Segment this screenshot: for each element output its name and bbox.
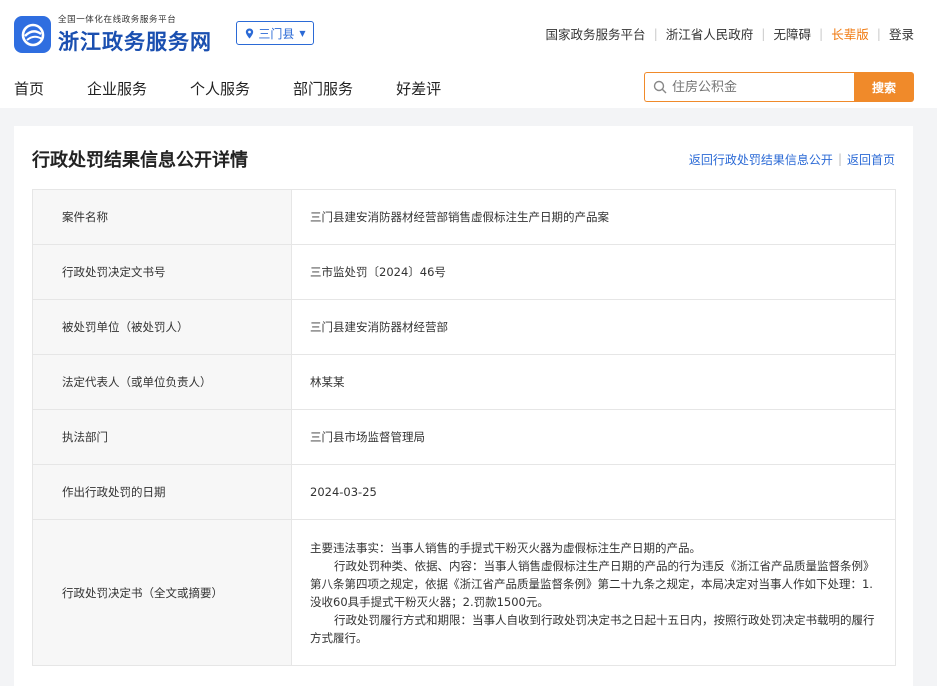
search-icon bbox=[653, 80, 667, 94]
table-row: 执法部门 三门县市场监督管理局 bbox=[32, 409, 896, 465]
nav-item-department[interactable]: 部门服务 bbox=[293, 78, 353, 99]
search-field bbox=[644, 72, 854, 102]
divider: | bbox=[653, 26, 658, 41]
search-bar: 搜索 bbox=[644, 72, 914, 102]
table-row: 法定代表人（或单位负责人） 林某某 bbox=[32, 354, 896, 410]
table-row: 行政处罚决定书（全文或摘要） 主要违法事实：当事人销售的手提式干粉灭火器为虚假标… bbox=[32, 519, 896, 666]
table-row: 被处罚单位（被处罚人） 三门县建安消防器材经营部 bbox=[32, 299, 896, 355]
penalty-detail-table: 案件名称 三门县建安消防器材经营部销售虚假标注生产日期的产品案 行政处罚决定文书… bbox=[32, 189, 896, 666]
divider: | bbox=[837, 152, 842, 166]
logo-emblem-icon bbox=[14, 16, 51, 53]
back-to-home-link[interactable]: 返回首页 bbox=[847, 151, 895, 168]
location-pin-icon bbox=[246, 27, 254, 39]
site-logo[interactable]: 全国一体化在线政务服务平台 浙江政务服务网 bbox=[14, 13, 212, 56]
decision-facts: 主要违法事实：当事人销售的手提式干粉灭火器为虚假标注生产日期的产品。 bbox=[310, 540, 701, 555]
row-label-decision: 行政处罚决定书（全文或摘要） bbox=[32, 519, 292, 666]
top-links: 国家政务服务平台 | 浙江省人民政府 | 无障碍 | 长辈版 | 登录 bbox=[546, 24, 914, 43]
nav-item-personal[interactable]: 个人服务 bbox=[190, 78, 250, 99]
link-login[interactable]: 登录 bbox=[889, 24, 914, 43]
row-value-case-name: 三门县建安消防器材经营部销售虚假标注生产日期的产品案 bbox=[291, 189, 896, 245]
divider: | bbox=[876, 26, 881, 41]
decision-basis: 行政处罚种类、依据、内容：当事人销售虚假标注生产日期的产品的行为违反《浙江省产品… bbox=[310, 558, 875, 609]
link-accessibility[interactable]: 无障碍 bbox=[774, 24, 812, 43]
link-elder-version[interactable]: 长辈版 bbox=[831, 24, 869, 43]
chevron-down-icon: ▼ bbox=[299, 28, 306, 38]
region-selector[interactable]: 三门县 ▼ bbox=[236, 21, 314, 45]
row-label-penalty-date: 作出行政处罚的日期 bbox=[32, 464, 292, 520]
row-label-enforcement-department: 执法部门 bbox=[32, 409, 292, 465]
search-input[interactable] bbox=[672, 79, 842, 95]
table-row: 作出行政处罚的日期 2024-03-25 bbox=[32, 464, 896, 520]
table-row: 行政处罚决定文书号 三市监处罚〔2024〕46号 bbox=[32, 244, 896, 300]
region-label: 三门县 bbox=[258, 26, 295, 41]
row-value-penalty-date: 2024-03-25 bbox=[291, 464, 896, 520]
logo-title: 浙江政务服务网 bbox=[58, 29, 212, 54]
logo-subtitle: 全国一体化在线政务服务平台 bbox=[58, 15, 177, 25]
link-zhejiang-government[interactable]: 浙江省人民政府 bbox=[666, 24, 754, 43]
row-value-document-number: 三市监处罚〔2024〕46号 bbox=[291, 244, 896, 300]
link-national-platform[interactable]: 国家政务服务平台 bbox=[546, 24, 646, 43]
row-label-penalized-party: 被处罚单位（被处罚人） bbox=[32, 299, 292, 355]
back-to-list-link[interactable]: 返回行政处罚结果信息公开 bbox=[689, 151, 833, 168]
divider: | bbox=[761, 26, 766, 41]
nav-item-home[interactable]: 首页 bbox=[14, 78, 44, 99]
row-value-decision: 主要违法事实：当事人销售的手提式干粉灭火器为虚假标注生产日期的产品。 行政处罚种… bbox=[291, 519, 896, 666]
table-row: 案件名称 三门县建安消防器材经营部销售虚假标注生产日期的产品案 bbox=[32, 189, 896, 245]
row-label-document-number: 行政处罚决定文书号 bbox=[32, 244, 292, 300]
detail-card: 行政处罚结果信息公开详情 返回行政处罚结果信息公开 | 返回首页 案件名称 三门… bbox=[14, 126, 913, 686]
search-button[interactable]: 搜索 bbox=[854, 72, 914, 102]
row-label-case-name: 案件名称 bbox=[32, 189, 292, 245]
decision-fulfillment: 行政处罚履行方式和期限：当事人自收到行政处罚决定书之日起十五日内，按照行政处罚决… bbox=[310, 612, 875, 645]
nav-item-enterprise[interactable]: 企业服务 bbox=[87, 78, 147, 99]
page-title: 行政处罚结果信息公开详情 bbox=[32, 150, 248, 171]
row-value-legal-representative: 林某某 bbox=[291, 354, 896, 410]
site-header: 全国一体化在线政务服务平台 浙江政务服务网 三门县 ▼ 国家政务服务平台 | 浙… bbox=[0, 0, 937, 108]
row-label-legal-representative: 法定代表人（或单位负责人） bbox=[32, 354, 292, 410]
divider: | bbox=[819, 26, 824, 41]
nav-item-evaluation[interactable]: 好差评 bbox=[396, 78, 441, 99]
row-value-enforcement-department: 三门县市场监督管理局 bbox=[291, 409, 896, 465]
row-value-penalized-party: 三门县建安消防器材经营部 bbox=[291, 299, 896, 355]
back-links: 返回行政处罚结果信息公开 | 返回首页 bbox=[689, 151, 895, 168]
main-nav: 首页 企业服务 个人服务 部门服务 好差评 bbox=[14, 78, 484, 99]
